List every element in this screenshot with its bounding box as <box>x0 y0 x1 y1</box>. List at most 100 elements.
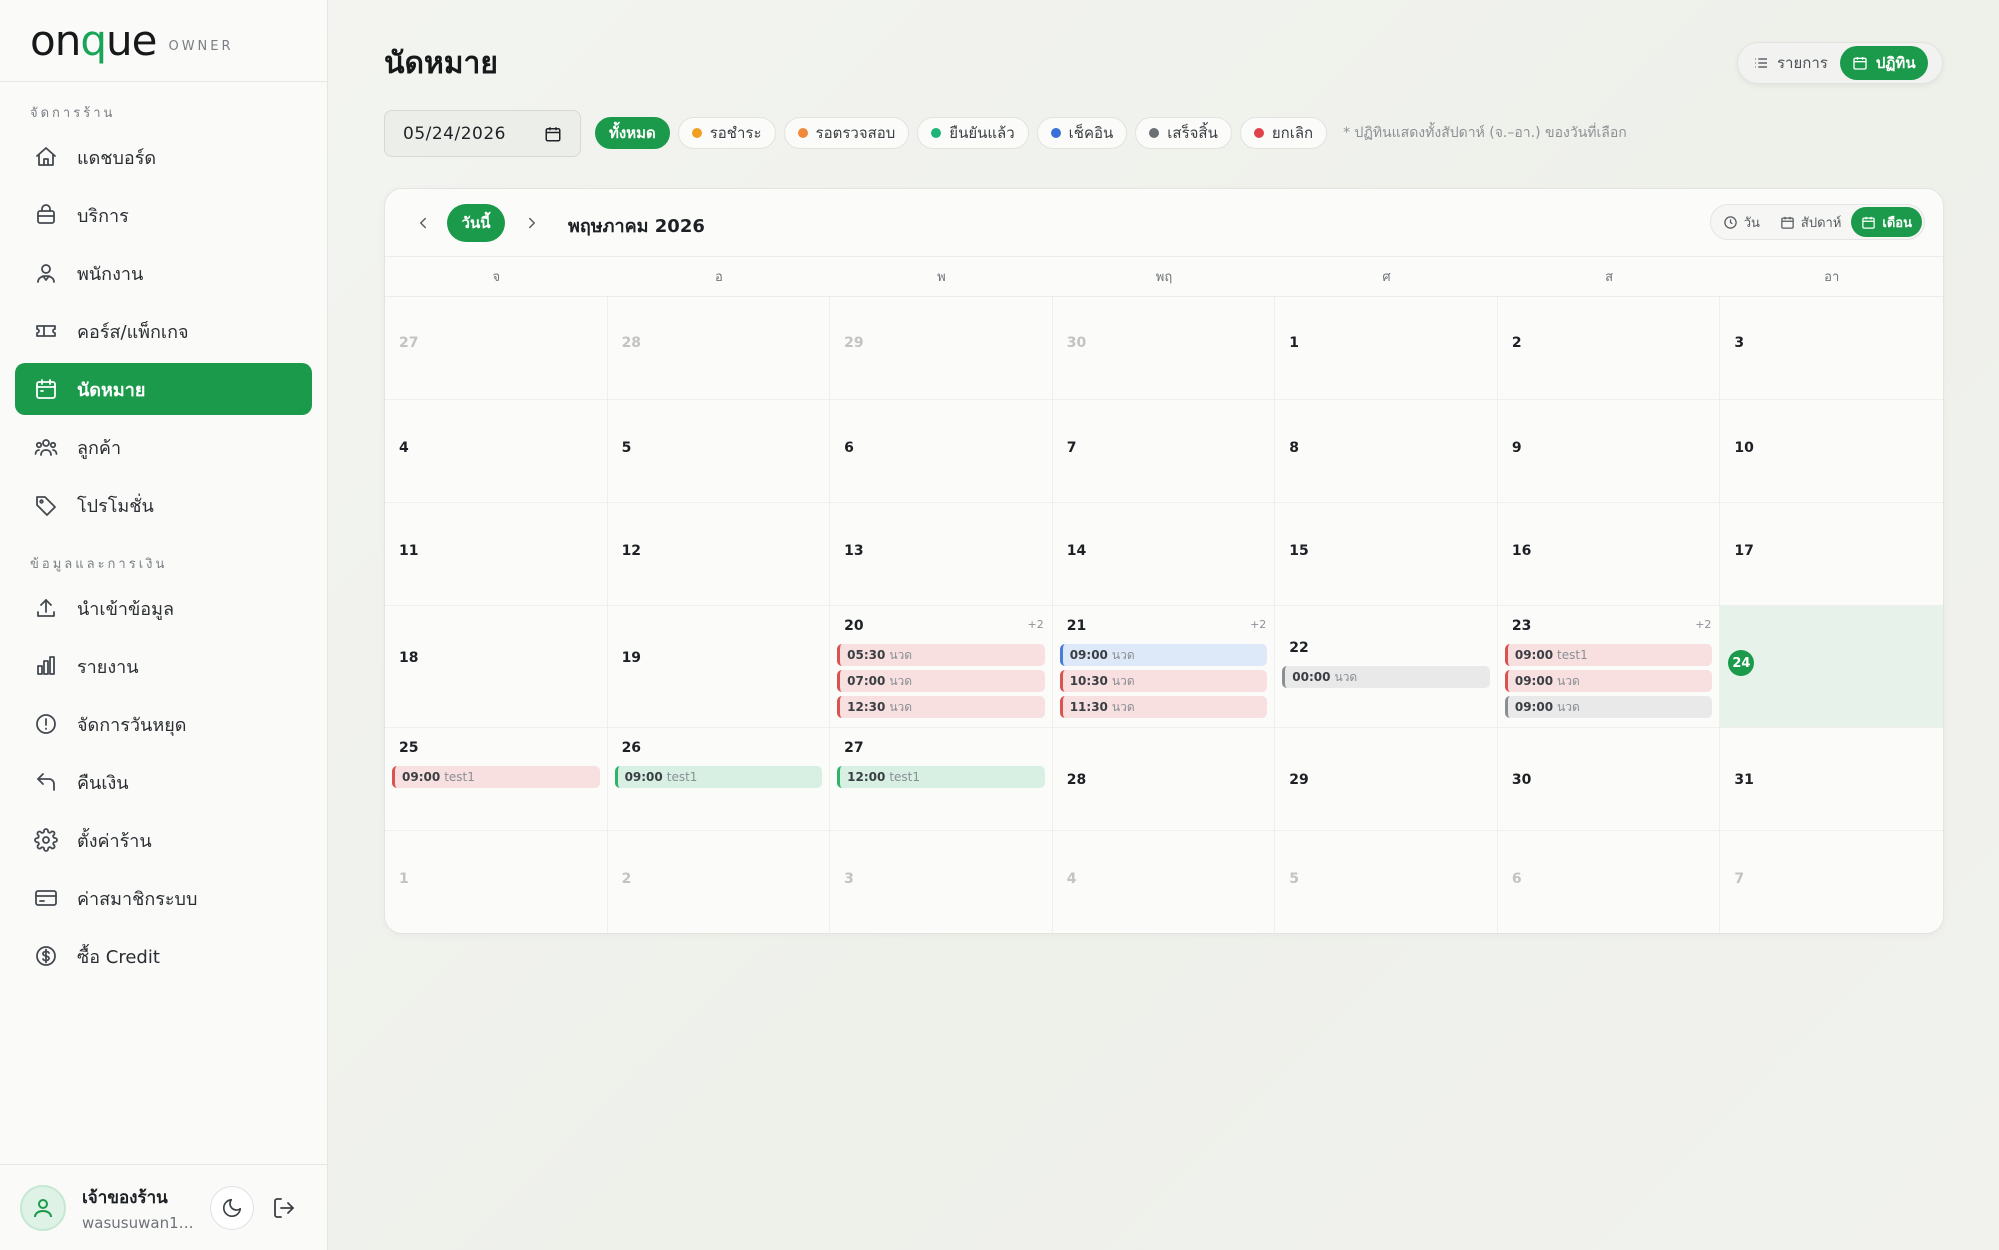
day-cell[interactable]: 31 <box>1720 728 1943 831</box>
appointment-event[interactable]: 11:30 นวด <box>1059 696 1268 718</box>
day-cell[interactable]: 10 <box>1720 400 1943 503</box>
day-cell[interactable]: 27 12:00 test1 <box>830 728 1053 831</box>
day-cell[interactable]: 22 00:00 นวด <box>1275 606 1498 728</box>
range-day-button[interactable]: วัน <box>1713 207 1770 237</box>
ticket-icon <box>33 318 59 344</box>
filter-chip[interactable]: เสร็จสิ้น <box>1135 117 1232 149</box>
calendar-view-button[interactable]: ปฏิทิน <box>1839 46 1928 80</box>
more-events-count[interactable]: +2 <box>1695 618 1711 631</box>
sidebar-item-credit-card[interactable]: ค่าสมาชิกระบบ <box>15 872 312 924</box>
sidebar-item-bar-chart[interactable]: รายงาน <box>15 640 312 692</box>
day-cell[interactable]: 6 <box>830 400 1053 503</box>
sidebar-item-home[interactable]: แดชบอร์ด <box>15 131 312 183</box>
sidebar-item-package[interactable]: บริการ <box>15 189 312 241</box>
filter-chip[interactable]: รอตรวจสอบ <box>783 117 910 149</box>
day-cell[interactable]: 11 <box>385 503 608 606</box>
filter-chip[interactable]: รอชำระ <box>677 117 776 149</box>
appointment-event[interactable]: 00:00 นวด <box>1282 666 1490 688</box>
day-cell[interactable]: 21 +2 09:00 นวด 10:30 นวด 11:30 นวด <box>1052 606 1276 728</box>
sidebar-item-gear[interactable]: ตั้งค่าร้าน <box>15 814 312 866</box>
more-events-count[interactable]: +2 <box>1027 618 1043 631</box>
appointment-event[interactable]: 09:00 นวด <box>1504 696 1713 718</box>
event-time: 09:00 <box>1514 700 1554 714</box>
sidebar-item-ticket[interactable]: คอร์ส/แพ็กเกจ <box>15 305 312 357</box>
day-cell[interactable]: 17 <box>1720 503 1943 606</box>
day-cell[interactable]: 5 <box>1275 831 1498 933</box>
day-cell[interactable]: 30 <box>1052 297 1276 400</box>
date-input[interactable]: 05/24/2026 <box>384 110 581 157</box>
day-cell[interactable]: 25 09:00 test1 <box>385 728 608 831</box>
brand[interactable]: onque OWNER <box>0 0 327 82</box>
sidebar-item-calendar[interactable]: นัดหมาย <box>15 363 312 415</box>
event-service: นวด <box>1111 647 1135 662</box>
event-service: นวด <box>1557 699 1580 714</box>
day-cell[interactable]: 5 <box>607 400 831 503</box>
filter-chip[interactable]: เช็คอิน <box>1036 117 1128 149</box>
day-cell[interactable]: 7 <box>1720 831 1943 933</box>
more-events-count[interactable]: +2 <box>1250 618 1266 631</box>
day-cell[interactable]: 29 <box>830 297 1053 400</box>
filter-chip[interactable]: ยกเลิก <box>1239 117 1328 149</box>
sidebar-item-upload[interactable]: นำเข้าข้อมูล <box>15 582 312 634</box>
sidebar-item-undo[interactable]: คืนเงิน <box>15 756 312 808</box>
day-cell[interactable]: 4 <box>1053 831 1276 933</box>
appointment-event[interactable]: 10:30 นวด <box>1059 670 1268 692</box>
day-cell[interactable]: 20 +2 05:30 นวด 07:00 นวด 12:30 นวด <box>830 606 1053 728</box>
dark-mode-button[interactable] <box>210 1185 254 1230</box>
range-week-button[interactable]: สัปดาห์ <box>1770 207 1852 237</box>
appointment-event[interactable]: 09:00 นวด <box>1504 670 1713 692</box>
filter-chip[interactable]: ยืนยันแล้ว <box>917 117 1029 149</box>
list-view-button[interactable]: รายการ <box>1741 46 1840 80</box>
day-cell[interactable]: 1 <box>1275 297 1498 400</box>
filter-chip[interactable]: ทั้งหมด <box>595 117 670 149</box>
appointment-event[interactable]: 09:00 นวด <box>1059 644 1268 666</box>
day-cell[interactable]: 7 <box>1052 400 1276 503</box>
sidebar-item-alert-circle[interactable]: จัดการวันหยุด <box>15 698 312 750</box>
sidebar-item-dollar[interactable]: ซื้อ Credit <box>15 930 312 982</box>
event-service: test1 <box>1557 648 1588 662</box>
day-cell[interactable]: 26 09:00 test1 <box>607 728 831 831</box>
day-cell[interactable]: 9 <box>1497 400 1721 503</box>
sidebar-item-staff[interactable]: พนักงาน <box>15 247 312 299</box>
appointment-event[interactable]: 07:00 นวด <box>837 670 1045 692</box>
sidebar-item-users[interactable]: ลูกค้า <box>15 421 312 473</box>
day-cell[interactable]: 6 <box>1498 831 1721 933</box>
event-service: นวด <box>1111 673 1135 688</box>
appointment-event[interactable]: 05:30 นวด <box>837 644 1045 666</box>
day-cell[interactable]: 16 <box>1497 503 1721 606</box>
next-month-button[interactable] <box>520 211 544 235</box>
appointment-event[interactable]: 12:30 นวด <box>837 696 1045 718</box>
day-cell[interactable]: 29 <box>1275 728 1498 831</box>
day-cell[interactable]: 28 <box>1052 728 1276 831</box>
day-cell[interactable]: 28 <box>607 297 831 400</box>
day-cell[interactable]: 27 <box>385 297 608 400</box>
day-cell[interactable]: 3 <box>830 831 1053 933</box>
day-cell[interactable]: 19 <box>607 606 831 728</box>
appointment-event[interactable]: 09:00 test1 <box>392 766 600 788</box>
day-cell[interactable]: 12 <box>607 503 831 606</box>
day-cell[interactable]: 2 <box>608 831 831 933</box>
range-month-button[interactable]: เดือน <box>1851 207 1922 237</box>
day-cell[interactable]: 23 +2 09:00 test1 09:00 นวด 09:00 นวด <box>1497 606 1721 728</box>
day-cell[interactable]: 3 <box>1720 297 1943 400</box>
today-button[interactable]: วันนี้ <box>447 204 505 242</box>
day-cell[interactable]: 30 <box>1497 728 1721 831</box>
day-cell[interactable]: 8 <box>1275 400 1498 503</box>
day-cell[interactable]: 1 <box>385 831 608 933</box>
day-cell[interactable]: 13 <box>830 503 1053 606</box>
sidebar-item-tag[interactable]: โปรโมชั่น <box>15 479 312 531</box>
day-cell[interactable]: 4 <box>385 400 608 503</box>
avatar[interactable] <box>20 1184 66 1231</box>
view-toggle: รายการ ปฏิทิน <box>1737 42 1943 84</box>
appointment-event[interactable]: 09:00 test1 <box>614 766 823 788</box>
day-cell[interactable]: 24 <box>1720 606 1943 728</box>
day-cell[interactable]: 18 <box>385 606 608 728</box>
day-cell[interactable]: 14 <box>1052 503 1276 606</box>
appointment-event[interactable]: 09:00 test1 <box>1504 644 1713 666</box>
day-cell[interactable]: 2 <box>1497 297 1721 400</box>
day-cell[interactable]: 15 <box>1275 503 1498 606</box>
appointment-event[interactable]: 12:00 test1 <box>837 766 1045 788</box>
calendar-picker-icon[interactable] <box>544 125 562 143</box>
logout-button[interactable] <box>264 1188 304 1228</box>
prev-month-button[interactable] <box>411 211 435 235</box>
